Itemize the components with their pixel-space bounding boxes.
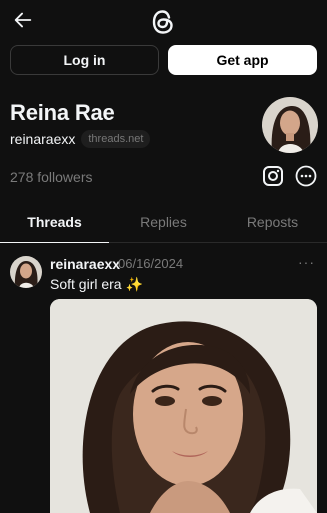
tab-replies[interactable]: Replies bbox=[109, 202, 218, 241]
domain-badge: threads.net bbox=[81, 130, 151, 148]
post-image[interactable] bbox=[50, 299, 317, 513]
post-date: 06/16/2024 bbox=[118, 256, 184, 271]
get-app-button[interactable]: Get app bbox=[168, 45, 317, 75]
profile-tabs: Threads Replies Reposts bbox=[0, 202, 327, 243]
tab-threads[interactable]: Threads bbox=[0, 202, 109, 241]
instagram-icon[interactable] bbox=[262, 165, 284, 187]
profile-handle-row: reinaraexx threads.net bbox=[10, 130, 151, 148]
threads-logo-icon[interactable] bbox=[150, 8, 176, 36]
profile-avatar[interactable] bbox=[262, 97, 318, 153]
followers-count[interactable]: 278 followers bbox=[10, 169, 93, 185]
top-bar bbox=[0, 0, 327, 44]
back-arrow-icon[interactable] bbox=[12, 9, 34, 31]
more-options-icon[interactable] bbox=[295, 165, 317, 187]
active-tab-indicator bbox=[0, 242, 109, 243]
profile-handle: reinaraexx bbox=[10, 131, 76, 147]
login-button[interactable]: Log in bbox=[10, 45, 159, 75]
profile-name: Reina Rae bbox=[10, 100, 115, 125]
post-username[interactable]: reinaraexx bbox=[50, 256, 120, 272]
post-text: Soft girl era ✨ bbox=[50, 276, 143, 292]
post-avatar[interactable] bbox=[10, 256, 42, 288]
tab-reposts[interactable]: Reposts bbox=[218, 202, 327, 241]
post-more-icon[interactable]: ··· bbox=[298, 254, 315, 270]
auth-buttons: Log in Get app bbox=[10, 45, 317, 75]
